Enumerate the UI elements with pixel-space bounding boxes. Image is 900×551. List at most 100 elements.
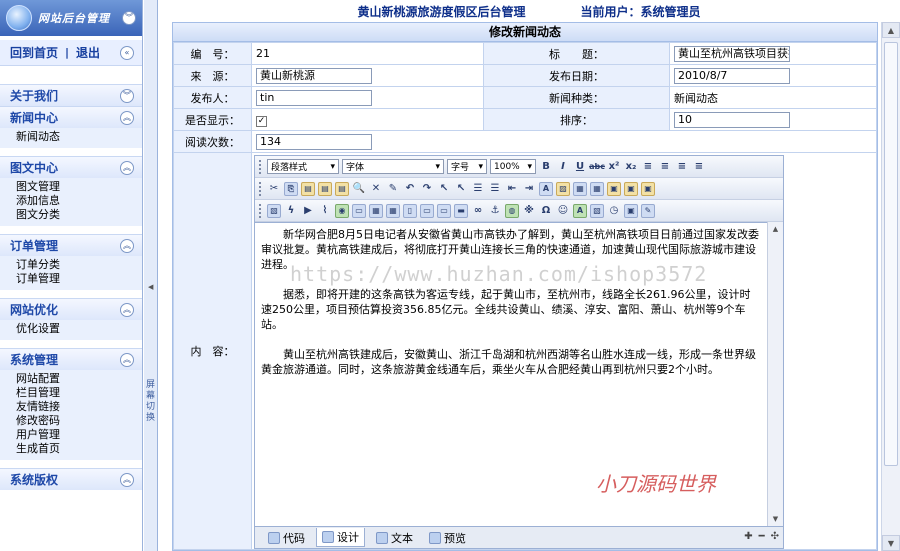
clear-format-icon[interactable]: ✎ [386,182,400,196]
table-insert-icon[interactable]: ▦ [369,203,383,218]
chevron-left-icon[interactable]: « [120,46,134,60]
find-icon[interactable]: 🔍 [352,182,366,196]
menu-item-order-category[interactable]: 订单分类 [16,258,142,272]
flash-icon[interactable]: ϟ [284,204,298,218]
paste-text-icon[interactable]: ▤ [318,181,332,196]
scroll-thumb[interactable] [884,42,898,466]
screen-switch-splitter[interactable]: ◀ 屏幕切换 [144,0,158,551]
menu-item-site-config[interactable]: 网站配置 [16,372,142,386]
scroll-up-icon[interactable]: ▲ [882,22,900,38]
menu-head-system[interactable]: 系统管理 ︽ [0,348,142,370]
paste-icon[interactable]: ▤ [301,181,315,196]
home-link[interactable]: 回到首页 [10,44,58,61]
chevron-up-icon[interactable]: ︽ [120,239,134,253]
collapse-all-icon[interactable]: ︾ [122,11,136,25]
bold-icon[interactable]: B [539,160,553,174]
menu-item-change-password[interactable]: 修改密码 [16,414,142,428]
chevron-up-icon[interactable]: ︽ [120,111,134,125]
views-input[interactable]: 134 [256,133,372,150]
globe-icon[interactable]: ◉ [335,203,349,218]
unordered-list-icon[interactable]: ☰ [488,182,502,196]
source-input[interactable]: 黄山新桃源 [256,67,372,84]
template-icon[interactable]: ▭ [352,203,366,218]
logout-link[interactable]: 退出 [76,44,100,61]
undo-icon[interactable]: ↶ [403,182,417,196]
remote-image-icon[interactable]: ▧ [590,203,604,218]
properties-icon[interactable]: ✎ [641,203,655,218]
media-icon[interactable]: ▶ [301,204,315,218]
layer-order-icon[interactable]: ▣ [641,181,655,196]
chevron-up-icon[interactable]: ︽ [120,473,134,487]
menu-item-column-manage[interactable]: 栏目管理 [16,386,142,400]
highlight-icon[interactable]: ▨ [556,181,570,196]
scroll-down-icon[interactable]: ▼ [882,535,900,551]
table-grid-icon[interactable]: ▦ [386,203,400,218]
italic-icon[interactable]: I [556,160,570,174]
textbox-icon[interactable]: ▭ [437,203,451,218]
publisher-input[interactable]: tin [256,89,372,106]
menu-head-about[interactable]: 关于我们 ︾ [0,84,142,106]
form-icon[interactable]: ▭ [420,203,434,218]
publish-date-input[interactable]: 2010/8/7 [674,67,790,84]
menu-item-order-manage[interactable]: 订单管理 [16,272,142,286]
align-right-icon[interactable]: ≡ [675,160,689,174]
fullscreen-icon[interactable]: ▣ [624,203,638,218]
ordered-list-icon[interactable]: ☰ [471,182,485,196]
menu-item-friend-links[interactable]: 友情链接 [16,400,142,414]
scroll-down-icon[interactable]: ▼ [768,512,783,526]
font-size-select[interactable]: 字号 ▾ [447,159,487,174]
menu-head-gallery[interactable]: 图文中心 ︽ [0,156,142,178]
art-text-icon[interactable]: A [573,203,587,218]
unlink-icon[interactable]: ※ [522,204,536,218]
resize-icon[interactable]: ✣ [771,531,779,542]
triangle-left-icon[interactable]: ◀ [148,283,153,291]
menu-item-seo-settings[interactable]: 优化设置 [16,322,142,336]
order-input[interactable]: 10 [674,111,790,128]
paste-word-icon[interactable]: ▤ [335,181,349,196]
underline-icon[interactable]: U [573,160,587,174]
shrink-icon[interactable]: ━ [759,531,765,542]
cut-icon[interactable]: ✂ [267,182,281,196]
align-left-icon[interactable]: ≡ [641,160,655,174]
table-icon[interactable]: ▦ [573,181,587,196]
strikethrough-icon[interactable]: abc [589,160,605,174]
menu-item-gallery-manage[interactable]: 图文管理 [16,180,142,194]
editor-scrollbar[interactable]: ▲ ▼ [767,222,783,526]
align-center-icon[interactable]: ≡ [658,160,672,174]
chevron-up-icon[interactable]: ︽ [120,161,134,175]
tab-text[interactable]: 文本 [371,529,418,547]
menu-head-copyright[interactable]: 系统版权 ︽ [0,468,142,490]
font-color-icon[interactable]: A [539,181,553,196]
visible-checkbox[interactable]: ✓ [256,115,267,127]
enlarge-icon[interactable]: ✚ [744,531,752,542]
layer-icon[interactable]: ▣ [624,181,638,196]
anchor-icon[interactable]: ⚓ [488,204,502,218]
page-scrollbar[interactable]: ▲ ▼ [881,22,900,551]
menu-item-user-manage[interactable]: 用户管理 [16,428,142,442]
tab-design[interactable]: 设计 [316,528,365,547]
menu-item-gallery-add[interactable]: 添加信息 [16,194,142,208]
chevron-up-icon[interactable]: ︽ [120,353,134,367]
attachment-icon[interactable]: ⌇ [318,204,332,218]
copy-icon[interactable]: ⎘ [284,181,298,196]
scroll-up-icon[interactable]: ▲ [768,222,783,236]
select-icon[interactable]: ↖ [437,182,451,196]
map-icon[interactable]: ◍ [505,203,519,218]
hr-icon[interactable]: ▬ [454,203,468,218]
link-icon[interactable]: ∞ [471,204,485,218]
frame-icon[interactable]: ▣ [607,181,621,196]
pointer-icon[interactable]: ↖ [454,182,468,196]
delete-icon[interactable]: ✕ [369,182,383,196]
menu-head-news[interactable]: 新闻中心 ︽ [0,106,142,128]
menu-item-news-updates[interactable]: 新闻动态 [16,130,142,144]
tab-preview[interactable]: 预览 [424,529,471,547]
emoticon-icon[interactable]: ☺ [556,204,570,218]
subscript-icon[interactable]: x₂ [624,160,638,174]
superscript-icon[interactable]: x² [607,160,621,174]
image-icon[interactable]: ▧ [267,203,281,218]
title-input[interactable]: 黄山至杭州高铁项目获批 [674,45,790,62]
iframe-icon[interactable]: ▯ [403,203,417,218]
special-char-icon[interactable]: Ω [539,204,553,218]
indent-icon[interactable]: ⇥ [522,182,536,196]
table-props-icon[interactable]: ▦ [590,181,604,196]
